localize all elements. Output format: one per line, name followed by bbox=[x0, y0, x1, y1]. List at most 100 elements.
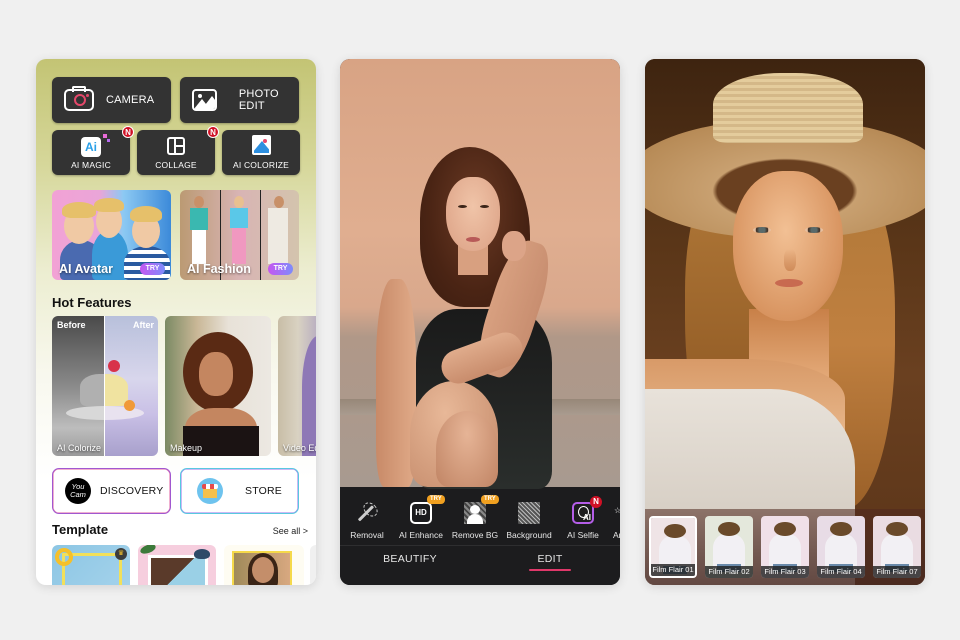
model-head bbox=[234, 196, 244, 208]
ai-colorize-button[interactable]: AI COLORIZE bbox=[222, 130, 300, 175]
preview-figure bbox=[769, 534, 801, 568]
photo-canvas[interactable] bbox=[340, 59, 620, 489]
hd-icon: HD bbox=[410, 502, 432, 524]
model-head bbox=[274, 196, 284, 208]
subject-face bbox=[733, 171, 843, 321]
youcam-logo-icon: You Cam bbox=[65, 478, 91, 504]
tool-background[interactable]: Background bbox=[502, 502, 556, 540]
tool-remove-bg[interactable]: TRY Remove BG bbox=[448, 495, 502, 540]
preview-hat bbox=[664, 524, 686, 538]
photo-icon bbox=[192, 89, 217, 111]
tab-edit[interactable]: EDIT bbox=[480, 546, 620, 585]
filter-label: Film Flair 07 bbox=[873, 566, 921, 578]
store-icon bbox=[197, 478, 223, 504]
ai-magic-label: AI MAGIC bbox=[71, 160, 111, 170]
new-badge: N bbox=[122, 126, 134, 138]
model-pants bbox=[192, 230, 206, 264]
preview-figure bbox=[713, 534, 745, 568]
filter-thumbnail[interactable]: Film Flair 03 bbox=[761, 516, 809, 578]
tool-animation[interactable]: Anima bbox=[610, 502, 620, 540]
collage-button[interactable]: N COLLAGE bbox=[137, 126, 219, 175]
filter-thumbnail[interactable]: Film Flair 01 bbox=[649, 516, 697, 578]
preview-hat bbox=[830, 522, 852, 536]
video-edit-card[interactable]: Video Ed bbox=[278, 316, 316, 456]
preview-hat bbox=[886, 522, 908, 536]
edit-toolbar: Removal HD TRY AI Enhance TRY Remove BG … bbox=[340, 492, 620, 545]
store-button[interactable]: STORE bbox=[180, 468, 299, 514]
model-suit bbox=[268, 208, 288, 264]
tool-label: Remove BG bbox=[451, 530, 499, 540]
tool-label: Anima bbox=[612, 530, 620, 540]
float-ring-icon bbox=[55, 548, 73, 566]
avatar-hair bbox=[94, 198, 124, 212]
photo-canvas[interactable] bbox=[645, 59, 925, 585]
subject-knee bbox=[436, 411, 498, 487]
after-label: After bbox=[132, 320, 154, 330]
camera-button[interactable]: CAMERA bbox=[52, 77, 171, 123]
mode-tabbar: BEAUTIFY EDIT bbox=[340, 545, 620, 585]
before-label: Before bbox=[57, 320, 86, 330]
ai-magic-button[interactable]: Ai N AI MAGIC bbox=[52, 126, 134, 175]
photo-edit-button[interactable]: PHOTO EDIT bbox=[180, 77, 299, 123]
template-photo bbox=[148, 555, 208, 585]
preview-hat bbox=[774, 522, 796, 536]
filter-thumbnail[interactable]: Film Flair 07 bbox=[873, 516, 921, 578]
video-edit-caption: Video Ed bbox=[283, 443, 316, 453]
model-figure bbox=[302, 336, 316, 456]
tab-beautify[interactable]: BEAUTIFY bbox=[340, 546, 480, 585]
tool-label: Removal bbox=[350, 530, 384, 540]
subject-lips bbox=[775, 279, 803, 287]
preview-figure bbox=[881, 534, 913, 568]
filter-label: Film Flair 02 bbox=[705, 566, 753, 578]
model-head bbox=[194, 196, 204, 208]
filter-screen: Film Flair 01 Film Flair 02 Film Flair 0… bbox=[645, 59, 925, 585]
subject-eye bbox=[480, 205, 489, 208]
ai-colorize-card[interactable]: Before After AI Colorize bbox=[52, 316, 158, 456]
ai-fashion-title: AI Fashion bbox=[187, 262, 251, 276]
photo-edit-label: PHOTO EDIT bbox=[238, 88, 279, 112]
makeup-caption: Makeup bbox=[170, 443, 203, 453]
before-after-slider[interactable] bbox=[104, 316, 105, 456]
try-badge: TRY bbox=[427, 495, 445, 504]
tool-ai-enhance[interactable]: HD TRY AI Enhance bbox=[394, 495, 448, 540]
filter-thumbnail[interactable]: Film Flair 04 bbox=[817, 516, 865, 578]
filter-strip: Film Flair 01 Film Flair 02 Film Flair 0… bbox=[645, 509, 925, 585]
template-heading: Template bbox=[52, 522, 109, 537]
tool-label: AI Enhance bbox=[399, 530, 443, 540]
subject-eye bbox=[805, 227, 823, 233]
ai-fashion-card[interactable]: AI Fashion TRY bbox=[180, 190, 299, 280]
magic-wand-icon bbox=[351, 497, 382, 528]
crown-icon: ♛ bbox=[115, 548, 127, 560]
filter-label: Film Flair 01 bbox=[651, 564, 695, 576]
makeup-card[interactable]: Makeup bbox=[165, 316, 271, 456]
tool-removal[interactable]: Removal bbox=[340, 502, 394, 540]
subject-hand bbox=[502, 231, 526, 261]
filter-label: Film Flair 03 bbox=[761, 566, 809, 578]
filter-thumbnail[interactable]: Film Flair 02 bbox=[705, 516, 753, 578]
leaf-icon bbox=[139, 545, 157, 556]
animation-icon bbox=[614, 502, 620, 524]
see-all-link[interactable]: See all > bbox=[273, 526, 308, 536]
ai-colorize-icon bbox=[252, 135, 271, 155]
discovery-button[interactable]: You Cam DISCOVERY bbox=[52, 468, 171, 514]
try-badge: TRY bbox=[268, 263, 293, 275]
ai-colorize-label: AI COLORIZE bbox=[232, 160, 290, 170]
collage-icon bbox=[167, 137, 185, 155]
template-thumbnail[interactable] bbox=[224, 545, 304, 585]
divider bbox=[260, 190, 261, 280]
model-face bbox=[252, 557, 274, 583]
template-thumbnail[interactable] bbox=[138, 545, 216, 585]
camera-label: CAMERA bbox=[106, 94, 155, 106]
model-shirt bbox=[190, 208, 208, 230]
photo-editor-screen: Removal HD TRY AI Enhance TRY Remove BG … bbox=[340, 59, 620, 585]
ai-magic-icon: Ai bbox=[81, 134, 110, 157]
template-thumbnail[interactable] bbox=[310, 545, 316, 585]
template-thumbnail[interactable]: ♛ bbox=[52, 545, 130, 585]
collage-label: COLLAGE bbox=[155, 160, 197, 170]
tool-ai-selfie[interactable]: AI N AI Selfie bbox=[556, 496, 610, 540]
new-badge: N bbox=[207, 126, 219, 138]
subject-eye bbox=[753, 227, 771, 233]
ai-avatar-card[interactable]: AI Avatar TRY bbox=[52, 190, 171, 280]
ai-avatar-title: AI Avatar bbox=[59, 262, 113, 276]
bird-icon bbox=[194, 549, 210, 559]
